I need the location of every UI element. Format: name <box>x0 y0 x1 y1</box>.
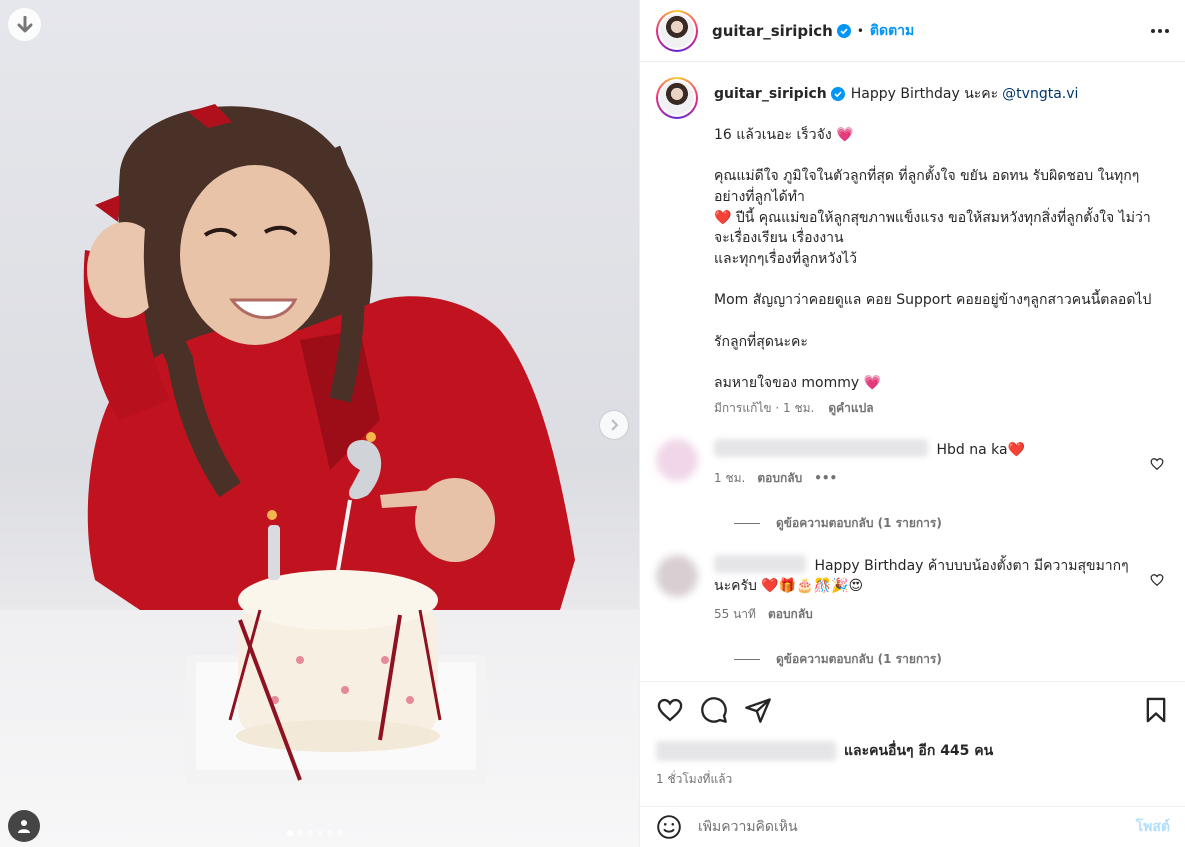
download-button[interactable] <box>8 8 41 41</box>
caption-avatar[interactable] <box>656 77 698 119</box>
verified-badge-icon <box>830 87 845 102</box>
separator: • <box>856 23 864 38</box>
post-media[interactable] <box>0 0 639 847</box>
arrow-down-icon <box>17 15 32 32</box>
comment-more-button[interactable]: ••• <box>814 468 837 488</box>
comment-time: 1 ชม. <box>714 470 746 485</box>
comment-item: Happy Birthday ค้าบบบน้องตั้งตา มีความสุ… <box>656 554 1170 624</box>
caption-line <box>714 145 1154 166</box>
carousel-dot <box>297 830 303 836</box>
caption-line <box>714 352 1154 373</box>
post-photo <box>83 104 576 785</box>
comment-like-icon[interactable] <box>1150 457 1164 471</box>
author-username[interactable]: guitar_siripich <box>712 22 833 40</box>
comment-username[interactable] <box>714 438 928 457</box>
caption-line <box>714 270 1154 291</box>
caption-line: และทุกๆเรื่องที่ลูกหวังไว้ <box>714 250 858 267</box>
likes-count[interactable]: และคนอื่นๆ อีก 445 คน <box>844 740 993 762</box>
chevron-right-icon <box>611 419 619 431</box>
comment-text: Hbd na ka❤️ <box>936 441 1025 458</box>
comment-input[interactable] <box>698 819 1136 835</box>
caption-line: ลมหายใจของ mommy 💗 <box>714 375 882 392</box>
carousel-dot <box>307 830 313 836</box>
caption-text: Happy Birthday นะคะ <box>850 86 999 102</box>
like-icon[interactable] <box>656 696 684 724</box>
follow-button[interactable]: ติดตาม <box>870 20 914 42</box>
comment-like-icon[interactable] <box>1150 573 1164 587</box>
tagged-users-button[interactable] <box>8 810 40 842</box>
comment-time: 55 นาที <box>714 606 756 621</box>
verified-badge-icon <box>836 23 851 38</box>
more-options-button[interactable] <box>1151 28 1169 33</box>
author-avatar[interactable] <box>656 9 698 52</box>
comment-avatar[interactable] <box>656 554 698 597</box>
translate-link[interactable]: ดูคำแปล <box>828 398 873 419</box>
post-header: guitar_siripich • ติดตาม <box>640 0 1185 62</box>
caption-username[interactable]: guitar_siripich <box>714 84 827 105</box>
edited-label: มีการแก้ไข · 1 ชม. <box>714 400 815 415</box>
mention-link[interactable]: @tvngta.vi <box>1002 84 1078 105</box>
view-replies-button[interactable]: ดูข้อความตอบกลับ (1 รายการ) <box>734 514 1170 533</box>
carousel-indicator <box>287 830 343 836</box>
user-icon <box>18 820 30 833</box>
reply-button[interactable]: ตอบกลับ <box>757 468 802 488</box>
caption-line: คุณแม่ดีใจ ภูมิใจในตัวลูกที่สุด ที่ลูกตั… <box>714 168 1140 205</box>
bookmark-icon[interactable] <box>1142 696 1170 724</box>
post-comment-button[interactable]: โพสต์ <box>1136 816 1170 838</box>
post-time: 1 ชั่วโมงที่แล้ว <box>656 772 733 786</box>
comment-icon[interactable] <box>700 696 728 724</box>
comment-username[interactable] <box>714 554 806 573</box>
caption-line: ❤️ ปีนี้ คุณแม่ขอให้ลูกสุขภาพแข็งแรง ขอใ… <box>714 209 1151 247</box>
liked-by-users[interactable] <box>656 741 836 761</box>
caption-line <box>714 311 1154 332</box>
view-replies-button[interactable]: ดูข้อความตอบกลับ (1 รายการ) <box>734 650 1170 669</box>
add-comment-bar: โพสต์ <box>640 806 1185 847</box>
post-actions: และคนอื่นๆ อีก 445 คน 1 ชั่วโมงที่แล้ว <box>640 681 1185 789</box>
caption: guitar_siripich Happy Birthday นะคะ @tvn… <box>656 77 1170 419</box>
caption-line: Mom สัญญาว่าคอยดูแล คอย Support คอยอยู่ข… <box>714 292 1152 309</box>
caption-line: รักลูกที่สุดนะคะ <box>714 333 808 350</box>
caption-line: 16 แล้วเนอะ เร็วจัง 💗 <box>714 126 854 143</box>
post-panel: guitar_siripich • ติดตาม guitar_siripich <box>639 0 1185 847</box>
carousel-dot <box>337 830 343 836</box>
comments-list[interactable]: guitar_siripich Happy Birthday นะคะ @tvn… <box>640 63 1185 681</box>
carousel-dot <box>327 830 333 836</box>
emoji-icon[interactable] <box>656 814 682 840</box>
comment-avatar[interactable] <box>656 438 698 481</box>
comment-item: Hbd na ka❤️ 1 ชม. ตอบกลับ ••• <box>656 438 1170 488</box>
carousel-dot <box>317 830 323 836</box>
caption-lines: 16 แล้วเนอะ เร็วจัง 💗 คุณแม่ดีใจ ภูมิใจใ… <box>714 125 1154 394</box>
carousel-dot <box>287 830 293 836</box>
likes-summary[interactable]: และคนอื่นๆ อีก 445 คน <box>656 740 1170 762</box>
carousel-next-button[interactable] <box>600 411 628 439</box>
share-icon[interactable] <box>744 696 772 724</box>
reply-button[interactable]: ตอบกลับ <box>768 604 813 624</box>
